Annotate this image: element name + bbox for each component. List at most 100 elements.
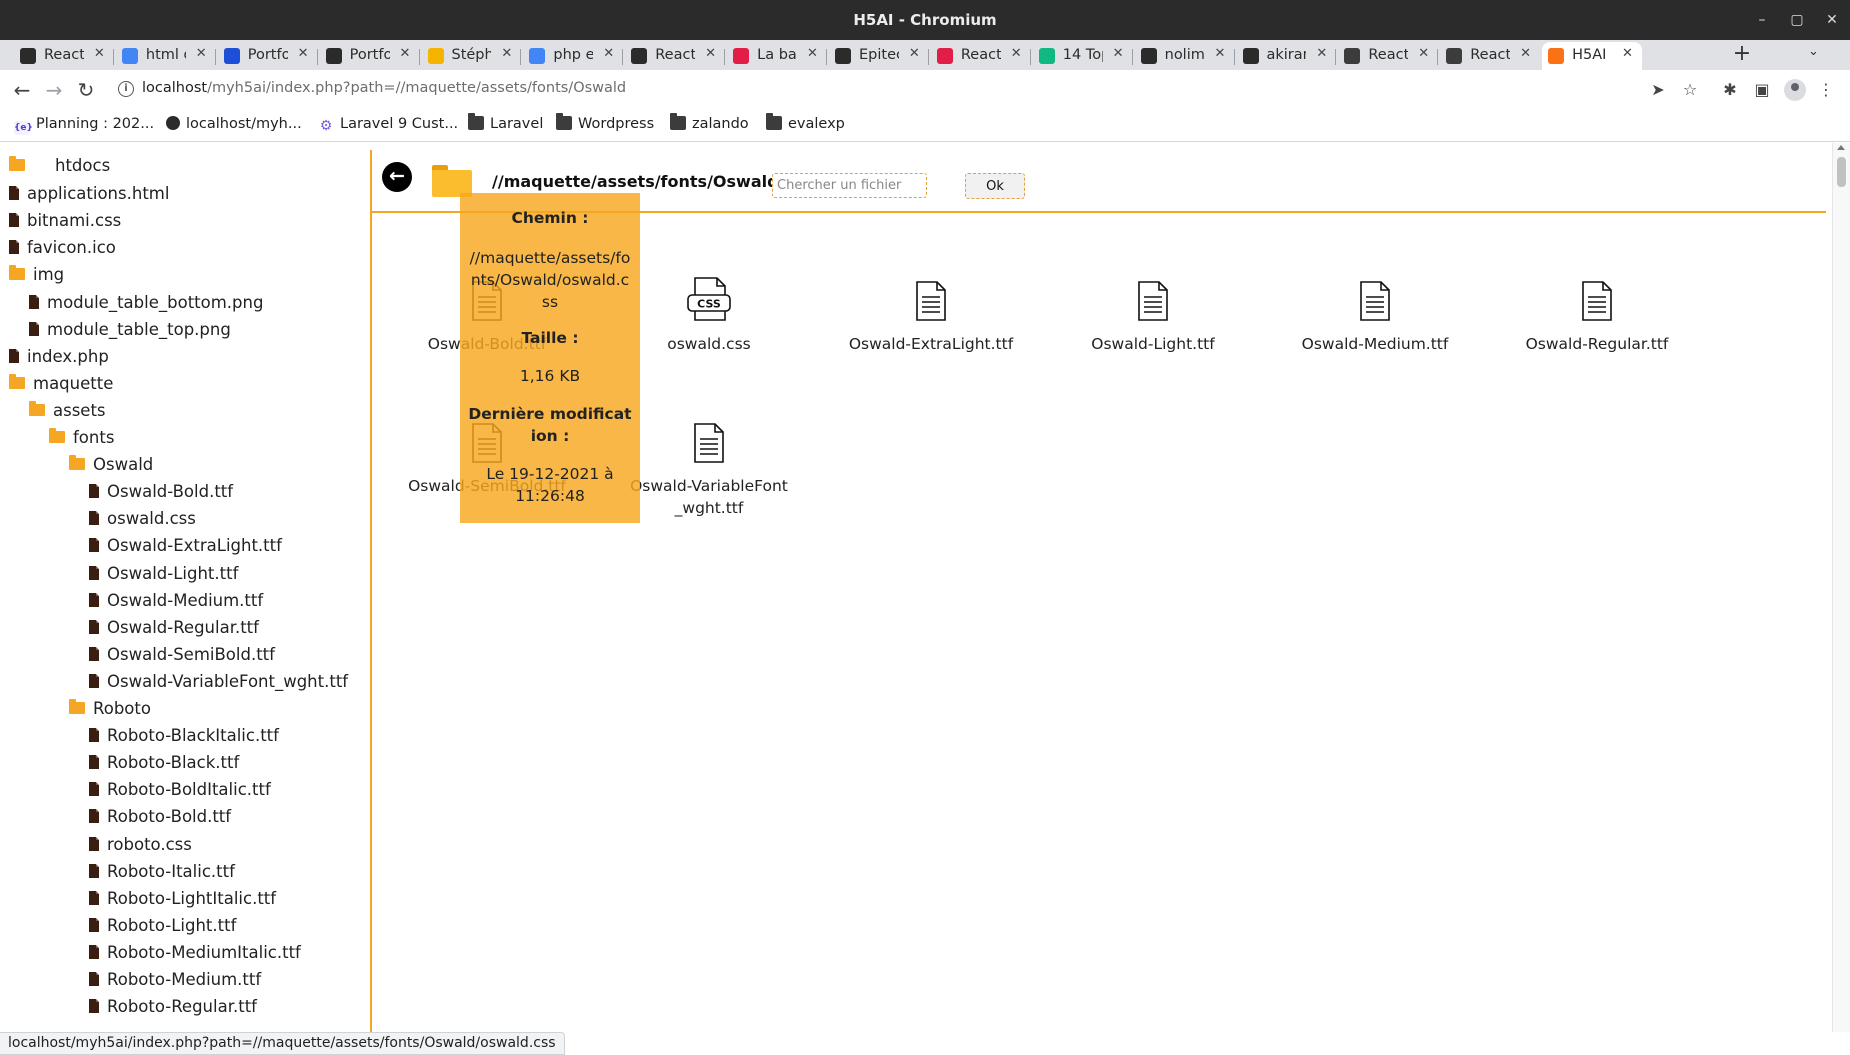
tree-file[interactable]: Oswald-Medium.ttf [89, 591, 263, 611]
tab-close-icon[interactable]: ✕ [501, 46, 512, 61]
tab-close-icon[interactable]: ✕ [909, 46, 920, 61]
tab-close-icon[interactable]: ✕ [298, 46, 309, 61]
tree-file[interactable]: module_table_bottom.png [29, 293, 263, 313]
tree-folder[interactable]: htdocs [9, 156, 110, 176]
address-bar[interactable]: localhost/myh5ai/index.php?path=//maquet… [142, 80, 626, 96]
tree-file[interactable]: module_table_top.png [29, 320, 231, 340]
bookmark-item[interactable]: Laravel [468, 113, 543, 132]
tree-file[interactable]: Roboto-BoldItalic.ttf [89, 780, 271, 800]
tab-close-icon[interactable]: ✕ [94, 46, 105, 61]
page-scrollbar[interactable] [1832, 143, 1850, 1032]
close-window-icon[interactable]: ✕ [1818, 0, 1846, 40]
bookmark-item[interactable]: {e} Planning : 202... [14, 116, 154, 135]
search-ok-button[interactable]: Ok [965, 173, 1025, 199]
tree-file[interactable]: Oswald-ExtraLight.ttf [89, 536, 282, 556]
tab-close-icon[interactable]: ✕ [1622, 46, 1633, 61]
back-arrow-icon[interactable]: ← [10, 78, 34, 102]
tree-file[interactable]: Oswald-Light.ttf [89, 564, 238, 584]
tab-close-icon[interactable]: ✕ [603, 46, 614, 61]
tree-file[interactable]: applications.html [9, 184, 169, 204]
browser-tab[interactable]: React ✕ [14, 42, 114, 70]
tab-close-icon[interactable]: ✕ [1520, 46, 1531, 61]
maximize-icon[interactable]: ▢ [1783, 0, 1811, 40]
browser-tab[interactable]: nolim ✕ [1135, 42, 1235, 70]
tree-file[interactable]: oswald.css [89, 509, 196, 529]
file-card[interactable]: Oswald-VariableFont_wght.ttf [619, 423, 799, 519]
site-info-icon[interactable]: i [118, 81, 134, 97]
scroll-up-arrow-icon[interactable] [1837, 145, 1845, 150]
tree-file[interactable]: Oswald-VariableFont_wght.ttf [89, 672, 348, 692]
reload-icon[interactable]: ↻ [74, 78, 98, 102]
tree-file[interactable]: Roboto-MediumItalic.ttf [89, 943, 301, 963]
browser-tab[interactable]: La bal ✕ [727, 42, 827, 70]
bookmark-item[interactable]: ⚙ Laravel 9 Cust... [318, 116, 458, 133]
tab-close-icon[interactable]: ✕ [807, 46, 818, 61]
tree-file[interactable]: Roboto-LightItalic.ttf [89, 889, 276, 909]
search-input[interactable] [772, 173, 927, 198]
profile-avatar[interactable] [1784, 79, 1806, 101]
tree-label: htdocs [55, 156, 111, 175]
tree-folder[interactable]: assets [29, 400, 106, 421]
tab-search-chevron-icon[interactable]: ⌄ [1808, 44, 1819, 59]
browser-tab[interactable]: 14 Top ✕ [1033, 42, 1133, 70]
tree-folder[interactable]: img [9, 265, 64, 285]
tree-folder[interactable]: maquette [9, 373, 113, 394]
tree-folder[interactable]: Roboto [69, 699, 151, 719]
minimize-icon[interactable]: – [1748, 0, 1776, 40]
bookmark-item[interactable]: zalando [670, 113, 749, 132]
bookmark-star-icon[interactable]: ☆ [1680, 80, 1700, 100]
new-tab-icon[interactable]: + [1730, 42, 1754, 68]
browser-tab[interactable]: H5AI ✕ [1542, 42, 1642, 70]
bookmark-item[interactable]: localhost/myh... [166, 116, 302, 132]
browser-tab[interactable]: Epitec ✕ [829, 42, 929, 70]
tree-file[interactable]: index.php [9, 347, 109, 367]
tab-close-icon[interactable]: ✕ [1316, 46, 1327, 61]
file-card[interactable]: CSS oswald.css [619, 277, 799, 355]
tab-close-icon[interactable]: ✕ [1215, 46, 1226, 61]
tree-file[interactable]: Roboto-BlackItalic.ttf [89, 726, 279, 746]
browser-tab[interactable]: React ✕ [1338, 42, 1439, 70]
file-card[interactable]: Oswald-ExtraLight.ttf [841, 281, 1021, 355]
tab-close-icon[interactable]: ✕ [1418, 46, 1429, 61]
tree-file[interactable]: favicon.ico [9, 238, 116, 258]
tree-file[interactable]: Roboto-Black.ttf [89, 753, 239, 773]
tree-folder[interactable]: fonts [49, 428, 114, 448]
extensions-puzzle-icon[interactable]: ✱ [1720, 80, 1740, 100]
tree-file[interactable]: Oswald-Regular.ttf [89, 618, 259, 638]
tree-file[interactable]: roboto.css [89, 835, 192, 855]
tree-file[interactable]: Roboto-Italic.ttf [89, 862, 235, 882]
browser-tab[interactable]: html d ✕ [116, 42, 216, 70]
browser-tab[interactable]: React ✕ [625, 42, 726, 70]
tab-close-icon[interactable]: ✕ [400, 46, 411, 61]
tree-file[interactable]: Oswald-Bold.ttf [89, 482, 233, 502]
tab-close-icon[interactable]: ✕ [705, 46, 716, 61]
tab-close-icon[interactable]: ✕ [1011, 46, 1022, 61]
tab-close-icon[interactable]: ✕ [196, 46, 207, 61]
tab-close-icon[interactable]: ✕ [1113, 46, 1124, 61]
forward-arrow-icon[interactable]: → [42, 78, 66, 102]
browser-tab[interactable]: React ✕ [1440, 42, 1540, 70]
tree-file[interactable]: Roboto-Light.ttf [89, 916, 236, 936]
file-card[interactable]: Oswald-Regular.ttf [1507, 281, 1687, 355]
bookmark-item[interactable]: Wordpress [556, 113, 654, 132]
browser-tab[interactable]: akiran ✕ [1237, 42, 1337, 70]
side-panel-icon[interactable]: ▣ [1752, 80, 1772, 100]
tree-file[interactable]: Roboto-Medium.ttf [89, 970, 261, 990]
tree-file[interactable]: Roboto-Bold.ttf [89, 807, 231, 827]
back-circle-icon[interactable]: ← [382, 162, 412, 192]
file-card[interactable]: Oswald-Light.ttf [1063, 281, 1243, 355]
browser-tab[interactable]: React ✕ [931, 42, 1031, 70]
send-tab-icon[interactable]: ➤ [1648, 80, 1668, 100]
bookmark-item[interactable]: evalexp [766, 113, 845, 132]
kebab-menu-icon[interactable]: ⋮ [1816, 80, 1836, 100]
scroll-thumb[interactable] [1837, 157, 1846, 187]
browser-tab[interactable]: php el ✕ [523, 42, 624, 70]
tree-file[interactable]: Oswald-SemiBold.ttf [89, 645, 275, 665]
browser-tab[interactable]: Stéph ✕ [422, 42, 522, 70]
tree-folder[interactable]: Oswald [69, 455, 153, 475]
tree-file[interactable]: Roboto-Regular.ttf [89, 997, 257, 1017]
browser-tab[interactable]: Portfo ✕ [218, 42, 318, 70]
file-card[interactable]: Oswald-Medium.ttf [1285, 281, 1465, 355]
tree-file[interactable]: bitnami.css [9, 211, 121, 231]
browser-tab[interactable]: Portfo ✕ [320, 42, 420, 70]
